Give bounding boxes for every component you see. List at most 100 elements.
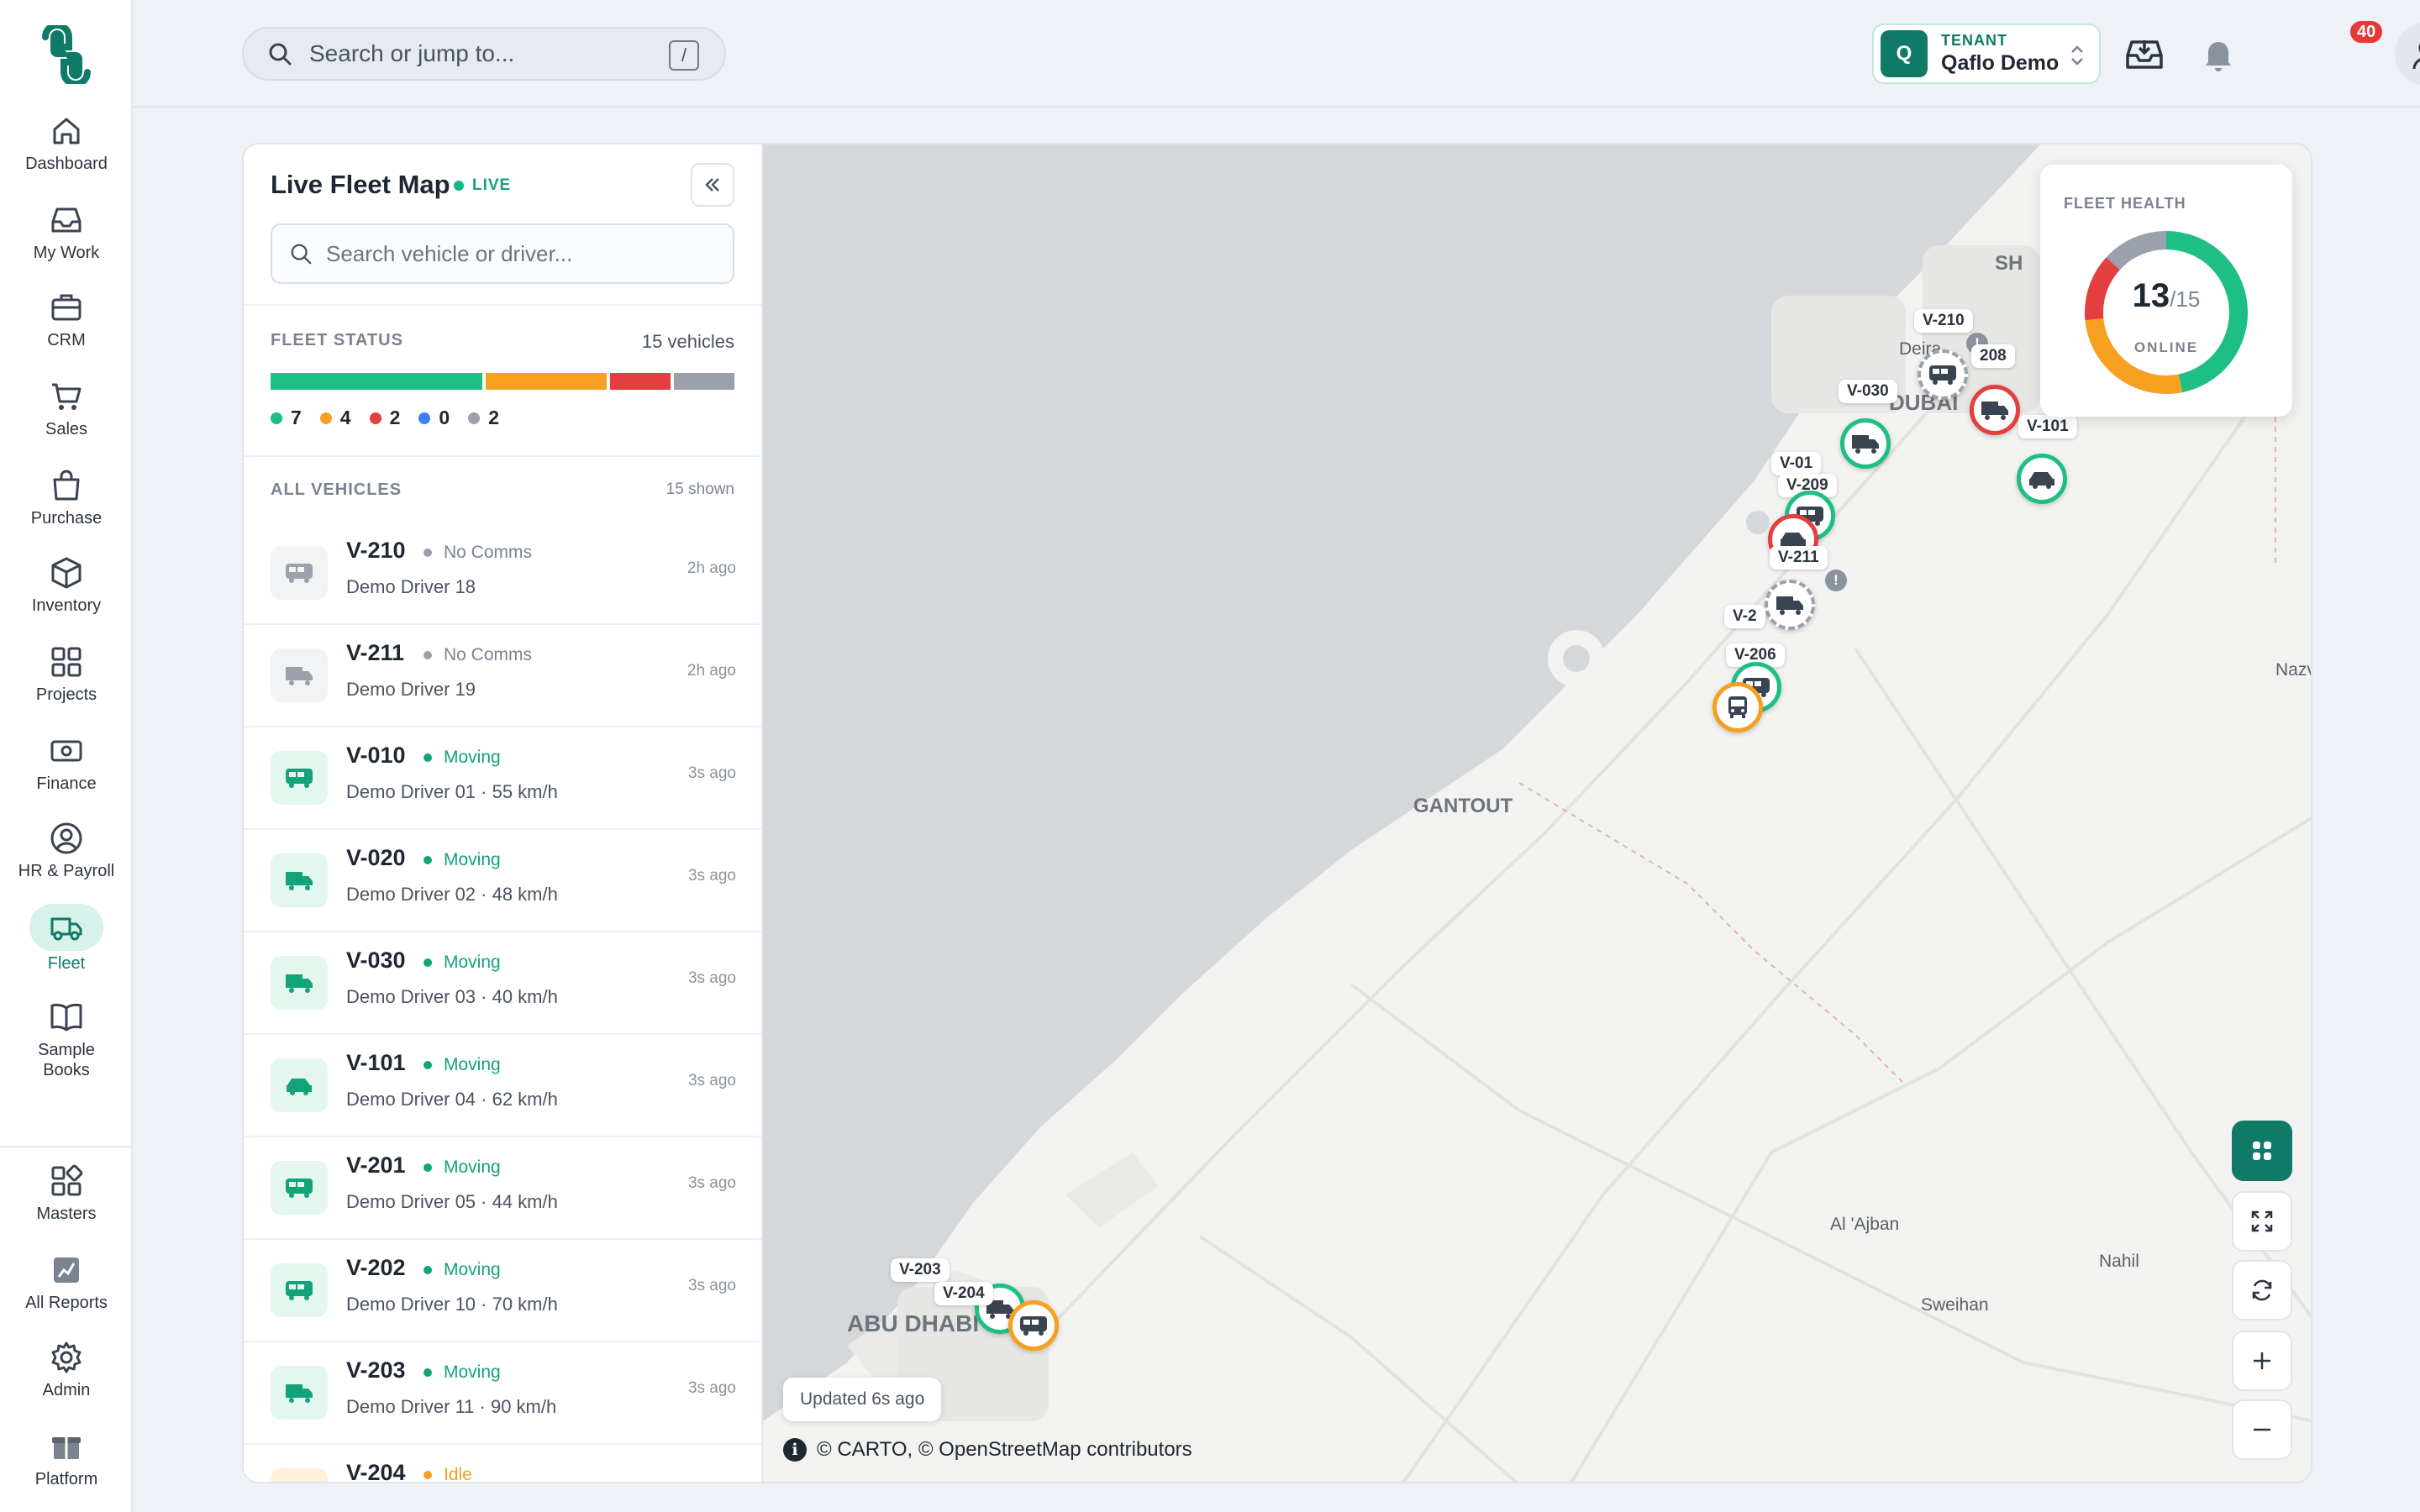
nav-platform[interactable]: Platform [0, 1428, 133, 1489]
vehicle-row[interactable]: V-201 Moving Demo Driver 05 · 44 km/h 3s ag… [244, 1137, 761, 1240]
plus-icon [2254, 1352, 2270, 1369]
inbox-icon [51, 207, 82, 233]
nav-masters[interactable]: Masters [0, 1163, 133, 1224]
vehicle-id: V-203 [346, 1357, 406, 1383]
layers-button[interactable] [2232, 1121, 2292, 1181]
vehicle-row[interactable]: V-202 Moving Demo Driver 10 · 70 km/h 3s ag… [244, 1240, 761, 1342]
tenant-switcher[interactable]: Q TENANT Qaflo Demo [1872, 24, 2101, 84]
nav-hr-payroll[interactable]: HR & Payroll [0, 820, 133, 881]
vehicle-last-seen: 3s ago [687, 1174, 736, 1192]
info-icon[interactable]: i [783, 1438, 807, 1462]
online-label: ONLINE [2133, 339, 2199, 355]
status-count[interactable]: 0 [418, 407, 450, 429]
user-avatar[interactable] [2395, 22, 2420, 86]
vehicle-type-icon-wrap [271, 1161, 328, 1215]
bell-icon[interactable] [2195, 30, 2242, 77]
nav-admin[interactable]: Admin [0, 1339, 133, 1400]
vehicle-search-input[interactable] [326, 240, 713, 267]
status-counts: 7 4 2 0 2 [271, 407, 499, 429]
vehicle-panel: Live Fleet Map LIVE FLEET STATUS 15 vehi… [244, 144, 763, 1483]
zoom-out-button[interactable] [2232, 1399, 2292, 1460]
nav-sample-books[interactable]: Sample Books [0, 998, 133, 1080]
vehicle-marker-v210[interactable] [1918, 349, 1968, 400]
vehicle-row[interactable]: V-030 Moving Demo Driver 03 · 40 km/h 3s ag… [244, 932, 761, 1035]
fleet-status-label: FLEET STATUS [271, 331, 403, 349]
vehicle-type-icon-wrap [271, 546, 328, 600]
vehicle-status: Moving [424, 850, 501, 870]
nav-inventory[interactable]: Inventory [0, 554, 133, 616]
vehicle-status: Moving [424, 1158, 501, 1178]
live-label: LIVE [472, 176, 512, 194]
nav-purchase[interactable]: Purchase [0, 467, 133, 528]
fleet-map[interactable]: GANTOUT ABU DHABI Al 'Ajban Sweihan Nahi… [763, 144, 2311, 1482]
vehicle-status: Moving [424, 748, 501, 768]
marker-tag: V-204 [934, 1282, 993, 1305]
online-value: 13 [2132, 277, 2170, 314]
car-icon [2029, 472, 2054, 489]
zoom-in-button[interactable] [2232, 1331, 2292, 1391]
status-dot [424, 753, 432, 762]
box-icon [51, 557, 82, 589]
collapse-panel-button[interactable] [691, 163, 734, 207]
nav-dashboard[interactable]: Dashboard [0, 113, 133, 174]
vehicle-marker-v204[interactable] [1008, 1300, 1059, 1351]
global-search-input[interactable] [309, 40, 662, 67]
vehicle-marker-idle[interactable] [1712, 682, 1763, 732]
nav-projects[interactable]: Projects [0, 643, 133, 705]
truck-icon [286, 1384, 313, 1403]
vehicle-driver: Demo Driver 05 · 44 km/h [346, 1191, 558, 1212]
expand-icon [2251, 1210, 2273, 1232]
vehicle-marker-v030[interactable] [1840, 418, 1891, 469]
nav-crm[interactable]: CRM [0, 289, 133, 350]
vehicle-row[interactable]: V-101 Moving Demo Driver 04 · 62 km/h 3s ag… [244, 1035, 761, 1137]
global-search[interactable]: / [242, 27, 726, 81]
nav-my-work[interactable]: My Work [0, 202, 133, 263]
nav-sales[interactable]: Sales [0, 378, 133, 439]
total-value: /15 [2170, 286, 2201, 312]
vehicle-row[interactable]: V-204 Idle [244, 1445, 761, 1483]
tenant-avatar: Q [1881, 30, 1928, 77]
place-label: ABU DHABI [847, 1310, 980, 1336]
status-dot [369, 412, 381, 424]
status-count[interactable]: 2 [369, 407, 401, 429]
vehicle-row[interactable]: V-203 Moving Demo Driver 11 · 90 km/h 3s ag… [244, 1342, 761, 1445]
warning-icon: ! [1825, 570, 1847, 591]
nav-label: Sample Books [38, 1041, 95, 1079]
refresh-button[interactable] [2232, 1260, 2292, 1320]
vehicle-status-label: Idle [444, 1465, 472, 1483]
search-icon [269, 43, 292, 66]
marker-tag: V-101 [2018, 415, 2077, 438]
attribution-text[interactable]: © CARTO, © OpenStreetMap contributors [817, 1438, 1192, 1462]
updated-indicator: Updated 6s ago [783, 1378, 942, 1421]
status-count[interactable]: 2 [468, 407, 499, 429]
inbox-tray-icon[interactable] [2121, 30, 2168, 77]
status-count[interactable]: 4 [319, 407, 351, 429]
chart-icon [54, 1257, 79, 1283]
status-count-value: 7 [291, 407, 302, 428]
vehicle-search[interactable] [271, 223, 734, 284]
nav-fleet[interactable]: Fleet [0, 904, 133, 974]
vehicle-row[interactable]: V-210 No Comms Demo Driver 18 2h ago [244, 522, 761, 625]
app-logo[interactable] [37, 25, 96, 84]
divider [244, 304, 761, 306]
nav-label: Purchase [30, 509, 103, 528]
vehicle-row[interactable]: V-010 Moving Demo Driver 01 · 55 km/h 3s ag… [244, 727, 761, 830]
vehicle-marker-v211[interactable] [1765, 580, 1815, 630]
status-count[interactable]: 7 [271, 407, 302, 429]
vehicle-type-icon-wrap [271, 648, 328, 702]
status-dot [424, 1163, 432, 1172]
fit-bounds-button[interactable] [2232, 1191, 2292, 1252]
nav-all-reports[interactable]: All Reports [0, 1252, 133, 1313]
vehicle-status: No Comms [424, 543, 532, 563]
vehicle-row[interactable]: V-211 No Comms Demo Driver 19 2h ago [244, 625, 761, 727]
vehicle-last-seen: 3s ago [687, 1277, 736, 1294]
nav-label: My Work [33, 244, 100, 262]
truck-icon [1981, 402, 2008, 420]
vehicle-marker-v101[interactable] [2017, 454, 2067, 504]
status-count-value: 2 [389, 407, 401, 428]
nav-finance[interactable]: Finance [0, 732, 133, 794]
status-segment [674, 373, 734, 390]
vehicle-last-seen: 3s ago [687, 1379, 736, 1397]
vehicle-row[interactable]: V-020 Moving Demo Driver 02 · 48 km/h 3s ag… [244, 830, 761, 932]
vehicle-marker-v208[interactable] [1970, 385, 2020, 435]
